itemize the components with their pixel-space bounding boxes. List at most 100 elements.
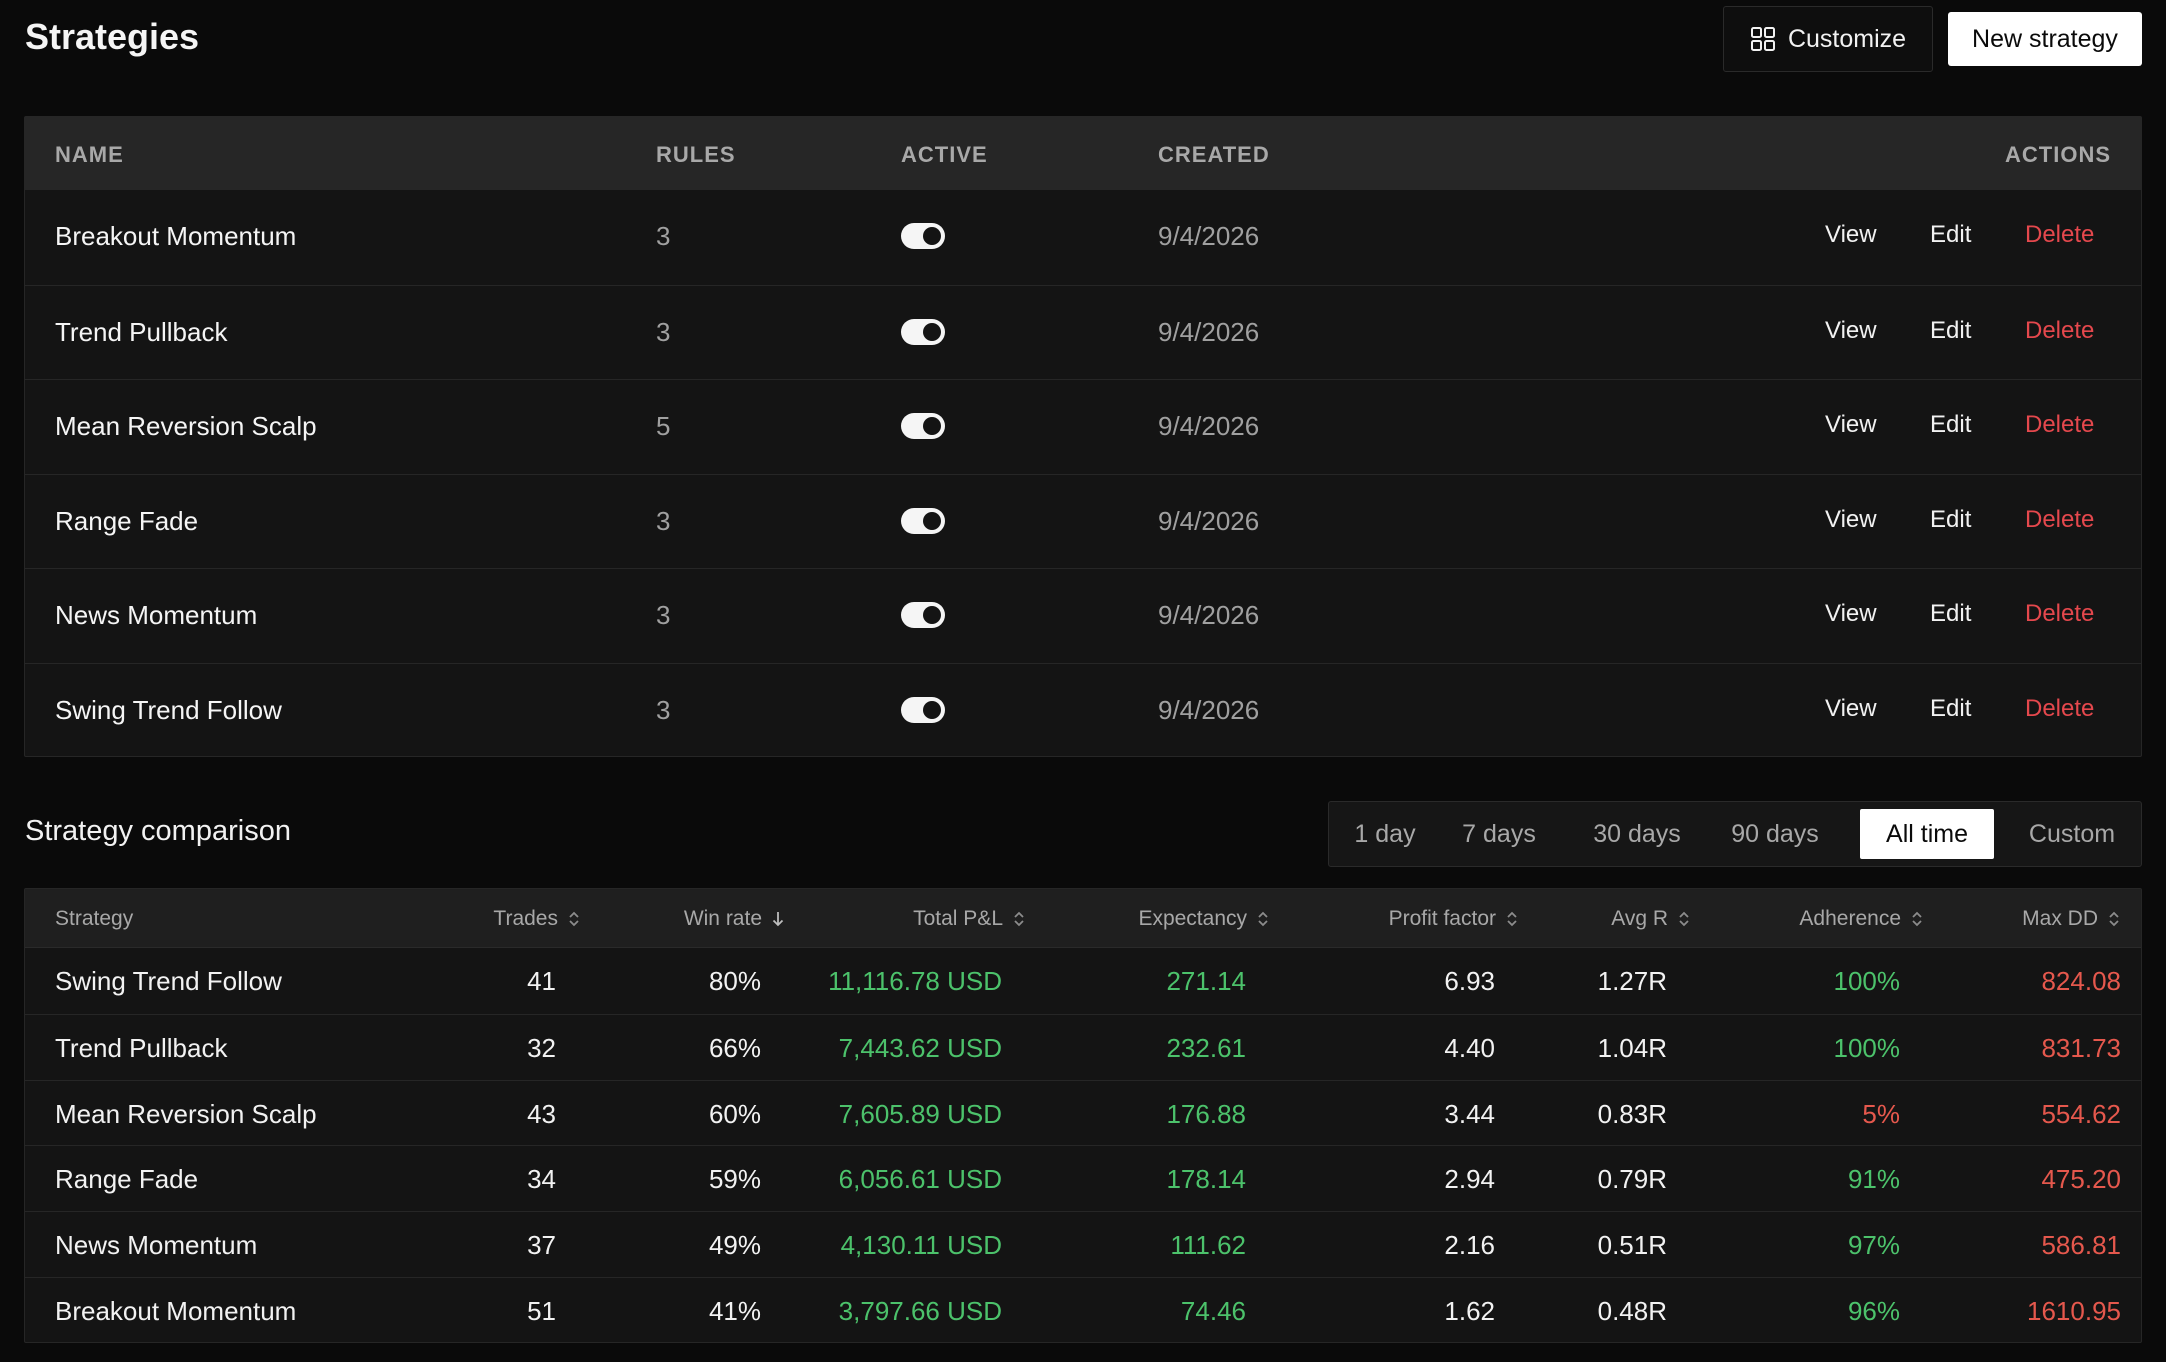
new-strategy-button[interactable]: New strategy xyxy=(1948,12,2142,66)
col-strategy: Strategy xyxy=(55,907,133,931)
comparison-table: Strategy Trades Win rate Total P&L Expectanc… xyxy=(24,888,2142,1343)
delete-link[interactable]: Delete xyxy=(2025,411,2094,439)
view-link[interactable]: View xyxy=(1825,317,1877,345)
cell-adherence: 5% xyxy=(1862,1098,1900,1129)
cell-strategy: Swing Trend Follow xyxy=(55,966,282,996)
strategy-rules: 3 xyxy=(656,316,671,347)
cell-avg-r: 0.83R xyxy=(1597,1098,1667,1129)
view-link[interactable]: View xyxy=(1825,411,1877,439)
sort-updown-icon xyxy=(1505,910,1519,928)
comparison-row: Swing Trend Follow 41 80% 11,116.78 USD 271.… xyxy=(25,948,2141,1014)
range-option-30-days[interactable]: 30 days xyxy=(1575,809,1699,859)
strategy-rules: 3 xyxy=(656,694,671,725)
cell-avg-r: 0.51R xyxy=(1597,1230,1667,1261)
delete-link[interactable]: Delete xyxy=(2025,600,2094,628)
edit-link[interactable]: Edit xyxy=(1930,506,1971,534)
delete-link[interactable]: Delete xyxy=(2025,695,2094,723)
cell-win-rate: 49% xyxy=(708,1230,761,1261)
strategy-name: Range Fade xyxy=(55,505,199,536)
cell-adherence: 100% xyxy=(1833,1032,1901,1063)
view-link[interactable]: View xyxy=(1825,600,1877,628)
strategy-created: 9/4/2026 xyxy=(1158,221,1260,251)
cell-pnl: 7,605.89 USD xyxy=(838,1098,1002,1129)
col-avg-r[interactable]: Avg R xyxy=(1611,907,1691,931)
col-rules: RULES xyxy=(656,142,736,167)
cell-pnl: 11,116.78 USD xyxy=(828,966,1002,996)
col-expectancy[interactable]: Expectancy xyxy=(1138,907,1270,931)
cell-trades: 32 xyxy=(527,1032,556,1063)
cell-trades: 51 xyxy=(527,1295,556,1326)
comparison-row: Breakout Momentum 51 41% 3,797.66 USD 74.46 1… xyxy=(25,1276,2141,1343)
edit-link[interactable]: Edit xyxy=(1930,411,1971,439)
delete-link[interactable]: Delete xyxy=(2025,317,2094,345)
cell-strategy: Mean Reversion Scalp xyxy=(55,1098,317,1129)
col-pnl[interactable]: Total P&L xyxy=(913,907,1026,931)
col-actions: ACTIONS xyxy=(2005,142,2111,167)
col-profit-factor[interactable]: Profit factor xyxy=(1389,907,1519,931)
view-link[interactable]: View xyxy=(1825,695,1877,723)
cell-max-dd: 475.20 xyxy=(2041,1164,2121,1195)
cell-avg-r: 0.79R xyxy=(1597,1164,1667,1195)
cell-expectancy: 111.62 xyxy=(1170,1230,1246,1261)
active-toggle[interactable] xyxy=(901,318,945,345)
cell-win-rate: 41% xyxy=(708,1295,761,1326)
customize-button[interactable]: Customize xyxy=(1723,6,1933,72)
grid-icon xyxy=(1750,27,1775,51)
range-option-custom[interactable]: Custom xyxy=(2009,809,2135,859)
cell-adherence: 91% xyxy=(1847,1164,1900,1195)
range-option-7-days[interactable]: 7 days xyxy=(1446,809,1552,859)
col-max-dd[interactable]: Max DD xyxy=(2022,907,2121,931)
col-win-rate[interactable]: Win rate xyxy=(684,907,785,931)
active-toggle[interactable] xyxy=(901,696,945,723)
cell-win-rate: 59% xyxy=(708,1164,761,1195)
col-trades[interactable]: Trades xyxy=(493,907,581,931)
view-link[interactable]: View xyxy=(1825,221,1877,249)
page-title: Strategies xyxy=(25,16,200,57)
cell-strategy: News Momentum xyxy=(55,1230,258,1261)
cell-profit-factor: 1.62 xyxy=(1444,1295,1495,1326)
col-label: Profit factor xyxy=(1388,907,1496,930)
col-label: Adherence xyxy=(1799,907,1901,930)
edit-link[interactable]: Edit xyxy=(1930,695,1971,723)
comparison-row: Mean Reversion Scalp 43 60% 7,605.89 USD 176… xyxy=(25,1079,2141,1146)
col-label: Max DD xyxy=(2022,907,2098,930)
cell-profit-factor: 2.16 xyxy=(1444,1230,1495,1261)
active-toggle[interactable] xyxy=(901,223,945,249)
cell-expectancy: 74.46 xyxy=(1180,1295,1246,1326)
sort-updown-icon xyxy=(1677,910,1691,928)
active-toggle[interactable] xyxy=(901,413,945,440)
cell-adherence: 100% xyxy=(1833,966,1901,996)
edit-link[interactable]: Edit xyxy=(1930,600,1971,628)
strategy-rules: 3 xyxy=(656,505,671,536)
cell-pnl: 4,130.11 USD xyxy=(840,1230,1002,1261)
range-option-all-time[interactable]: All time xyxy=(1860,809,1994,859)
cell-trades: 41 xyxy=(527,966,556,996)
strategy-row: Breakout Momentum 3 9/4/2026 View Edit Delete xyxy=(25,190,2141,285)
delete-link[interactable]: Delete xyxy=(2025,221,2094,249)
delete-link[interactable]: Delete xyxy=(2025,506,2094,534)
view-link[interactable]: View xyxy=(1825,506,1877,534)
strategy-created: 9/4/2026 xyxy=(1158,316,1260,347)
cell-pnl: 6,056.61 USD xyxy=(838,1164,1002,1195)
range-option-90-days[interactable]: 90 days xyxy=(1719,809,1831,859)
arrow-down-icon xyxy=(771,910,785,928)
col-label: Strategy xyxy=(55,907,134,930)
cell-max-dd: 831.73 xyxy=(2041,1032,2121,1063)
cell-win-rate: 60% xyxy=(708,1098,761,1129)
active-toggle[interactable] xyxy=(901,602,945,629)
col-adherence[interactable]: Adherence xyxy=(1799,907,1924,931)
comparison-row: Trend Pullback 32 66% 7,443.62 USD 232.61 4.4… xyxy=(25,1013,2141,1080)
edit-link[interactable]: Edit xyxy=(1930,221,1971,249)
range-option-1-day[interactable]: 1 day xyxy=(1341,809,1429,859)
strategy-row: Swing Trend Follow 3 9/4/2026 View Edit Delet… xyxy=(25,662,2141,758)
strategy-created: 9/4/2026 xyxy=(1158,505,1260,536)
sort-updown-icon xyxy=(1256,910,1270,928)
cell-avg-r: 1.04R xyxy=(1597,1032,1667,1063)
strategy-rules: 5 xyxy=(656,411,671,442)
cell-max-dd: 824.08 xyxy=(2041,966,2121,996)
sort-updown-icon xyxy=(1910,910,1924,928)
col-label: Win rate xyxy=(683,907,762,930)
sort-updown-icon xyxy=(567,910,581,928)
active-toggle[interactable] xyxy=(901,507,945,534)
edit-link[interactable]: Edit xyxy=(1930,317,1971,345)
